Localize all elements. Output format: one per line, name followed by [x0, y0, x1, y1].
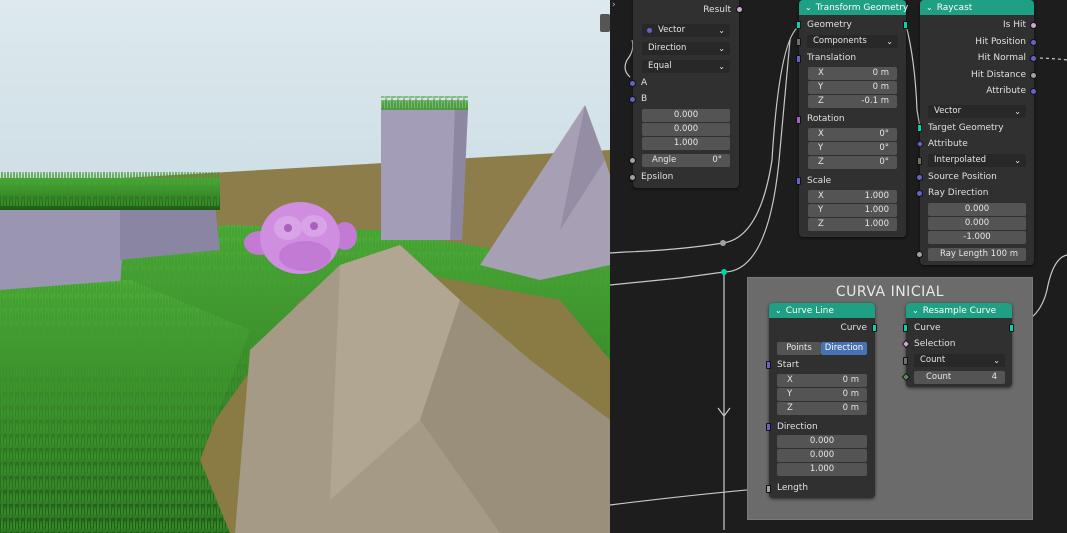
- source-position-label: Source Position: [928, 172, 997, 182]
- mapping-socket[interactable]: [917, 157, 922, 165]
- epsilon-label: Epsilon: [641, 172, 674, 182]
- scale-z-field[interactable]: Z 1.000: [808, 218, 897, 231]
- hit-distance-output: Hit Distance: [970, 70, 1026, 80]
- mode-socket[interactable]: [796, 38, 801, 46]
- node-editor[interactable]: CURVA INICIAL Result Vector ⌄ Direction ⌄ …: [610, 0, 1067, 533]
- mode-points-button[interactable]: Points: [777, 342, 821, 355]
- compare-mode-dropdown[interactable]: Direction ⌄: [642, 42, 730, 55]
- node-header[interactable]: ⌄ Curve Line: [769, 303, 875, 318]
- vector-type-icon: [647, 28, 652, 33]
- node-header[interactable]: ⌄ Resample Curve: [906, 303, 1012, 318]
- left-block: [0, 205, 125, 295]
- chevron-down-icon: ⌄: [718, 62, 725, 71]
- curve-line-node[interactable]: ⌄ Curve Line Curve Points Direction Start…: [766, 303, 877, 498]
- node-header[interactable]: ⌄ Transform Geometry: [799, 0, 908, 15]
- direction-y-field[interactable]: 0.000: [777, 449, 867, 462]
- curve-label: Curve: [914, 323, 941, 333]
- is-hit-output: Is Hit: [1002, 20, 1026, 30]
- reroute-node: [721, 269, 727, 275]
- chevron-down-icon: ⌄: [993, 356, 1000, 365]
- chevron-down-icon: ⌄: [1014, 156, 1021, 165]
- reroute-node: [720, 240, 726, 246]
- compare-operation-dropdown[interactable]: Equal ⌄: [642, 60, 730, 73]
- 3d-viewport[interactable]: [0, 0, 610, 533]
- translation-label: Translation: [807, 53, 857, 63]
- compare-node[interactable]: Result Vector ⌄ Direction ⌄ Equal ⌄ A B 0.0…: [629, 0, 743, 188]
- start-z-field[interactable]: Z0 m: [777, 402, 867, 415]
- raycast-mapping-dropdown[interactable]: Interpolated ⌄: [928, 154, 1026, 167]
- attribute-input-label: Attribute: [928, 139, 968, 149]
- ray-direction-y-field[interactable]: 0.000: [928, 217, 1026, 230]
- chevron-down-icon: ⌄: [775, 306, 782, 315]
- ray-direction-x-field[interactable]: 0.000: [928, 203, 1026, 216]
- start-x-field[interactable]: X0 m: [777, 374, 867, 387]
- scale-label: Scale: [807, 176, 832, 186]
- result-output: Result: [703, 5, 731, 15]
- viewport-scene: [0, 0, 610, 533]
- chevron-down-icon: ⌄: [805, 3, 812, 12]
- chevron-down-icon: ⌄: [926, 3, 933, 12]
- translation-z-field[interactable]: Z -0.1 m: [808, 95, 897, 108]
- scale-y-field[interactable]: Y 1.000: [808, 204, 897, 217]
- rotation-x-field[interactable]: X 0°: [808, 128, 897, 141]
- resample-mode-dropdown[interactable]: Count ⌄: [914, 354, 1005, 367]
- ray-direction-label: Ray Direction: [928, 188, 989, 198]
- rotation-y-field[interactable]: Y 0°: [808, 142, 897, 155]
- direction-label: Direction: [777, 422, 818, 432]
- hit-normal-output: Hit Normal: [977, 53, 1026, 63]
- a-input-label: A: [641, 78, 648, 88]
- resample-curve-node[interactable]: ⌄ Resample Curve Curve Selection Count ⌄ C…: [901, 303, 1014, 387]
- b-y-field[interactable]: 0.000: [642, 123, 730, 136]
- hit-normal-socket[interactable]: [1030, 55, 1037, 62]
- start-label: Start: [777, 360, 799, 370]
- frame-title: CURVA INICIAL: [835, 284, 945, 300]
- hit-position-output: Hit Position: [975, 37, 1026, 47]
- geometry-label: Geometry: [807, 20, 852, 30]
- mode-socket[interactable]: [903, 357, 908, 365]
- ray-direction-z-field[interactable]: -1.000: [928, 231, 1026, 244]
- hit-position-socket[interactable]: [1030, 39, 1037, 46]
- raycast-type-dropdown[interactable]: Vector ⌄: [928, 105, 1026, 118]
- direction-x-field[interactable]: 0.000: [777, 435, 867, 448]
- rotation-label: Rotation: [807, 114, 845, 124]
- count-field[interactable]: Count 4: [914, 371, 1005, 384]
- is-hit-socket[interactable]: [1030, 22, 1037, 29]
- translation-y-field[interactable]: Y0 m: [808, 81, 897, 94]
- sidebar-toggle[interactable]: [600, 14, 610, 32]
- length-label: Length: [777, 483, 809, 493]
- selection-label: Selection: [914, 339, 956, 349]
- transform-mode-dropdown[interactable]: Components ⌄: [807, 35, 898, 48]
- ray-length-field[interactable]: Ray Length 100 m: [928, 248, 1026, 261]
- curve-output: Curve: [840, 323, 867, 333]
- compare-type-dropdown[interactable]: Vector ⌄: [642, 24, 730, 37]
- raycast-node[interactable]: ⌄ Raycast Is Hit Hit Position Hit Normal …: [915, 0, 1037, 265]
- chevron-down-icon: ⌄: [912, 306, 919, 315]
- chevron-down-icon: ⌄: [718, 26, 725, 35]
- ray-length-socket[interactable]: [916, 251, 923, 258]
- node-header[interactable]: ⌄ Raycast: [920, 0, 1034, 15]
- curve-output-socket[interactable]: [872, 324, 877, 332]
- result-socket[interactable]: [736, 6, 743, 13]
- target-geometry-label: Target Geometry: [928, 123, 1004, 133]
- direction-z-field[interactable]: 1.000: [777, 463, 867, 476]
- attribute-output: Attribute: [986, 86, 1026, 96]
- chevron-down-icon: ⌄: [1014, 107, 1021, 116]
- collapse-arrow-icon[interactable]: ›: [612, 0, 616, 10]
- attribute-output-socket[interactable]: [1030, 88, 1037, 95]
- chevron-down-icon: ⌄: [718, 44, 725, 53]
- hit-distance-socket[interactable]: [1030, 72, 1037, 79]
- b-z-field[interactable]: 1.000: [642, 137, 730, 150]
- angle-socket[interactable]: [629, 157, 636, 164]
- rotation-z-field[interactable]: Z 0°: [808, 156, 897, 169]
- translation-x-field[interactable]: X0 m: [808, 67, 897, 80]
- scale-x-field[interactable]: X 1.000: [808, 190, 897, 203]
- angle-field[interactable]: Angle 0°: [642, 154, 730, 167]
- chevron-down-icon: ⌄: [886, 37, 893, 46]
- mode-direction-button[interactable]: Direction: [821, 342, 867, 355]
- transform-geometry-node[interactable]: ⌄ Transform Geometry Geometry Components ⌄…: [796, 0, 908, 237]
- b-input-label: B: [641, 94, 648, 104]
- b-x-field[interactable]: 0.000: [642, 109, 730, 122]
- start-y-field[interactable]: Y0 m: [777, 388, 867, 401]
